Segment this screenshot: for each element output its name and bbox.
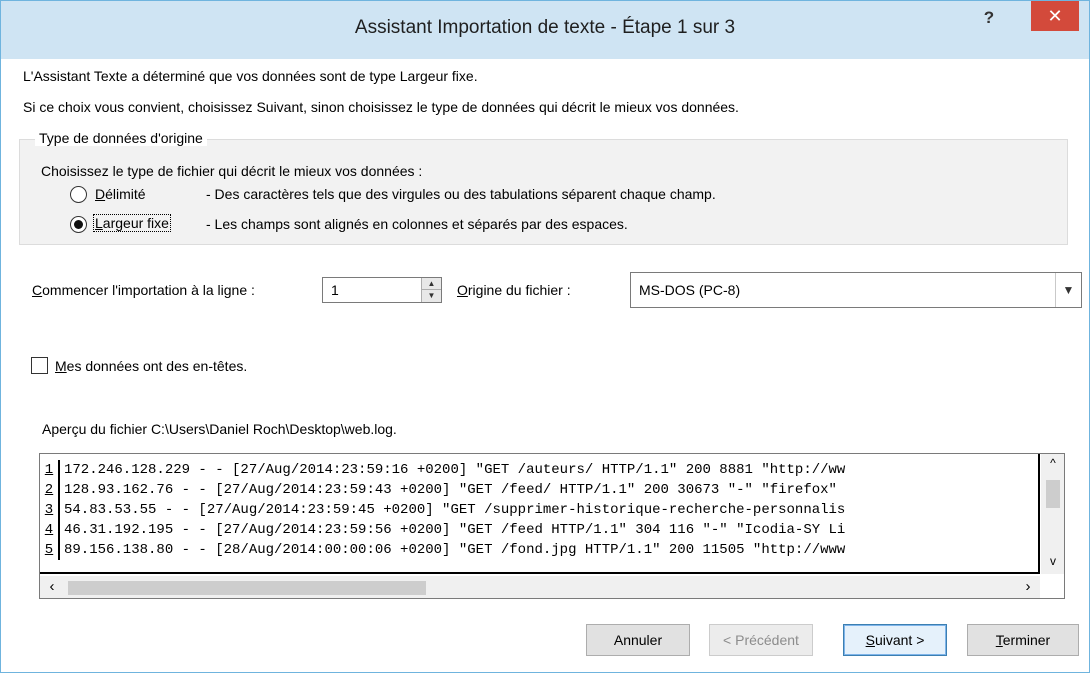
intro-line-2: Si ce choix vous convient, choisissez Su… xyxy=(23,99,739,115)
preview-row-number: 1 xyxy=(40,460,60,480)
close-icon: ✕ xyxy=(1047,6,1063,26)
delimited-radio[interactable] xyxy=(70,186,87,203)
spin-down-icon[interactable]: ▼ xyxy=(422,290,441,302)
vertical-scrollbar[interactable]: ^ v xyxy=(1041,454,1064,574)
preview-content: 1 172.246.128.229 - - [27/Aug/2014:23:59:… xyxy=(40,454,1040,574)
text-import-wizard-dialog: Assistant Importation de texte - Étape 1… xyxy=(0,0,1090,673)
close-button[interactable]: ✕ xyxy=(1031,1,1079,31)
preview-row-number: 2 xyxy=(40,480,60,500)
horizontal-scroll-thumb[interactable] xyxy=(68,581,426,595)
fixed-width-description: - Les champs sont alignés en colonnes et… xyxy=(206,216,628,232)
previous-button[interactable]: < Précédent xyxy=(709,624,813,656)
window-title: Assistant Importation de texte - Étape 1… xyxy=(354,17,736,38)
vertical-scroll-thumb[interactable] xyxy=(1046,480,1060,508)
next-button[interactable]: Suivant > xyxy=(843,624,947,656)
preview-row-text: 46.31.192.195 - - [27/Aug/2014:23:59:56 … xyxy=(64,522,846,538)
preview-row-number: 5 xyxy=(40,540,60,560)
file-origin-label: Origine du fichier : xyxy=(457,282,571,298)
preview-row-text: 89.156.138.80 - - [28/Aug/2014:00:00:06 … xyxy=(64,542,846,558)
cancel-button[interactable]: Annuler xyxy=(586,624,690,656)
focus-rectangle: Largeur fixe xyxy=(93,214,171,232)
groupbox-legend: Type de données d'origine xyxy=(35,130,207,146)
fixed-width-label[interactable]: Largeur fixe xyxy=(93,214,171,232)
delimited-label[interactable]: Délimité xyxy=(95,186,146,202)
scroll-right-icon[interactable]: › xyxy=(1020,578,1036,596)
spin-up-icon[interactable]: ▲ xyxy=(422,278,441,290)
preview-row: 2 128.93.162.76 - - [27/Aug/2014:23:59:43… xyxy=(40,480,837,500)
finish-button-label-rest: erminer xyxy=(1002,632,1051,648)
spinner-buttons: ▲ ▼ xyxy=(421,278,441,302)
intro-line-1: L'Assistant Texte a déterminé que vos do… xyxy=(23,68,478,84)
fixed-width-radio[interactable] xyxy=(70,216,87,233)
delimited-label-rest: élimité xyxy=(105,186,146,202)
preview-row-text: 128.93.162.76 - - [27/Aug/2014:23:59:43 … xyxy=(64,482,837,498)
headers-label-mnemonic: M xyxy=(55,358,67,374)
delimited-description: - Des caractères tels que des virgules o… xyxy=(206,186,716,202)
file-origin-label-rest: rigine du fichier : xyxy=(467,282,571,298)
fixed-width-label-rest: argeur fixe xyxy=(102,215,169,231)
preview-row: 4 46.31.192.195 - - [27/Aug/2014:23:59:56… xyxy=(40,520,845,540)
preview-row-number: 4 xyxy=(40,520,60,540)
headers-checkbox[interactable] xyxy=(31,357,48,374)
start-row-value[interactable]: 1 xyxy=(331,282,339,298)
next-button-label-rest: uivant > xyxy=(874,632,925,648)
preview-row-number-text: 3 xyxy=(44,502,54,518)
preview-row-number: 3 xyxy=(40,500,60,520)
delimited-label-mnemonic: D xyxy=(95,186,106,202)
help-button[interactable]: ? xyxy=(974,5,1004,31)
file-origin-label-mnemonic: O xyxy=(457,282,468,298)
preview-row-text: 54.83.53.55 - - [27/Aug/2014:23:59:45 +0… xyxy=(64,502,846,518)
horizontal-scrollbar[interactable]: ‹ › xyxy=(40,576,1040,598)
scroll-left-icon[interactable]: ‹ xyxy=(44,578,60,596)
fixed-width-label-mnemonic: L xyxy=(95,215,103,231)
file-origin-select[interactable]: MS-DOS (PC-8) ▼ xyxy=(630,272,1082,308)
finish-button-mnemonic: T xyxy=(995,632,1003,648)
preview-row: 1 172.246.128.229 - - [27/Aug/2014:23:59:… xyxy=(40,460,845,480)
preview-row-number-text: 4 xyxy=(44,522,54,538)
scroll-down-icon[interactable]: v xyxy=(1041,552,1064,570)
headers-label-rest: es données ont des en-têtes. xyxy=(66,358,248,374)
data-type-prompt: Choisissez le type de fichier qui décrit… xyxy=(41,163,423,179)
chevron-down-icon[interactable]: ▼ xyxy=(1055,273,1081,307)
preview-row-number-text: 5 xyxy=(44,542,54,558)
preview-row-text: 172.246.128.229 - - [27/Aug/2014:23:59:1… xyxy=(64,462,846,478)
start-row-spinner[interactable]: 1 ▲ ▼ xyxy=(322,277,442,303)
finish-button[interactable]: Terminer xyxy=(967,624,1079,656)
start-row-label-mnemonic: C xyxy=(32,282,43,298)
preview-row: 3 54.83.53.55 - - [27/Aug/2014:23:59:45 +… xyxy=(40,500,845,520)
scroll-up-icon[interactable]: ^ xyxy=(1041,454,1064,472)
file-preview[interactable]: 1 172.246.128.229 - - [27/Aug/2014:23:59:… xyxy=(39,453,1065,599)
start-row-label-rest: ommencer l'importation à la ligne : xyxy=(42,282,255,298)
preview-title: Aperçu du fichier C:\Users\Daniel Roch\D… xyxy=(42,421,397,437)
preview-row: 5 89.156.138.80 - - [28/Aug/2014:00:00:06… xyxy=(40,540,845,560)
next-button-mnemonic: S xyxy=(865,632,875,648)
headers-checkbox-label[interactable]: Mes données ont des en-têtes. xyxy=(55,358,247,374)
preview-row-number-text: 2 xyxy=(44,482,54,498)
title-bar: Assistant Importation de texte - Étape 1… xyxy=(1,1,1089,59)
start-row-label: Commencer l'importation à la ligne : xyxy=(32,282,255,298)
preview-row-number-text: 1 xyxy=(44,462,54,478)
file-origin-value: MS-DOS (PC-8) xyxy=(639,282,741,298)
